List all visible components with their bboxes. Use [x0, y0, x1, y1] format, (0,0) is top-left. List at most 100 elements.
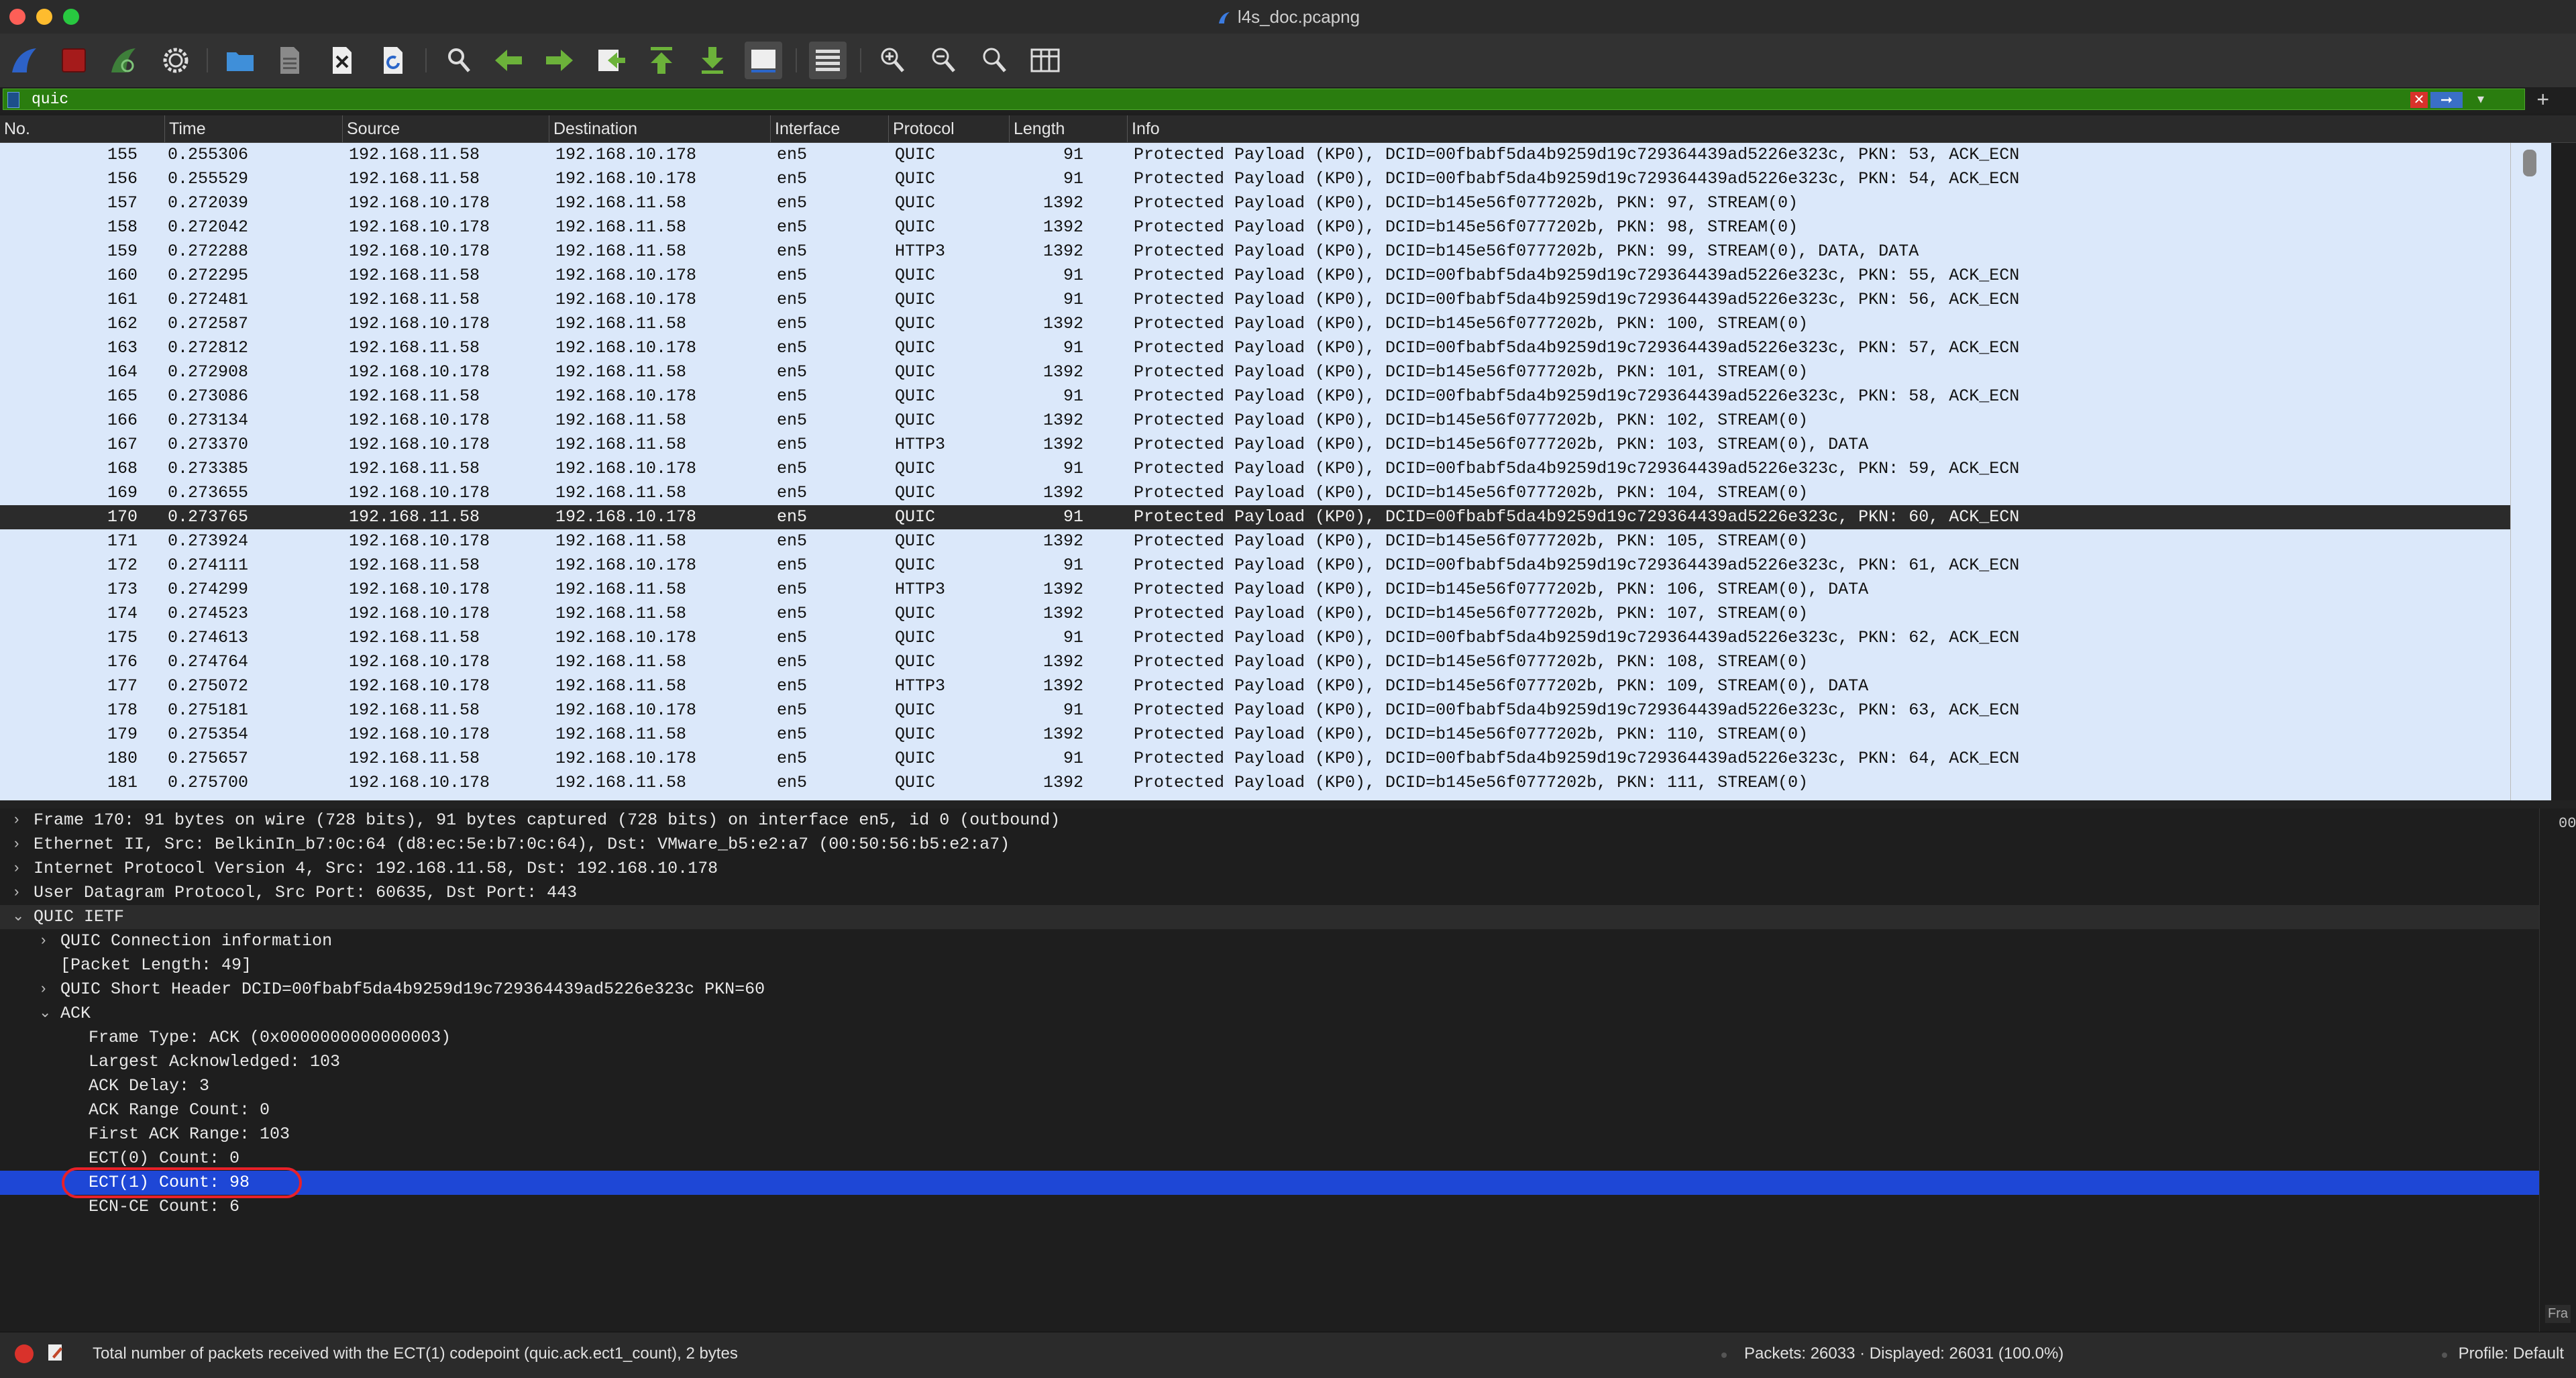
detail-row[interactable]: Largest Acknowledged: 103	[0, 1050, 2539, 1074]
column-header-destination[interactable]: Destination	[549, 115, 770, 142]
clear-filter-button[interactable]: ✕	[2410, 92, 2428, 108]
packet-cell-time: 0.273924	[168, 531, 249, 551]
reload-file-button[interactable]	[374, 42, 412, 79]
detail-row[interactable]: ACK Range Count: 0	[0, 1098, 2539, 1122]
detail-row[interactable]: › Internet Protocol Version 4, Src: 192.1…	[0, 857, 2539, 881]
detail-row[interactable]: ECN-CE Count: 6	[0, 1195, 2539, 1219]
detail-row-selected[interactable]: ECT(1) Count: 98	[0, 1167, 2539, 1198]
detail-row[interactable]: ECT(0) Count: 0	[0, 1147, 2539, 1171]
display-filter-input[interactable]: quic ✕ ➞ ▾	[3, 89, 2525, 110]
packet-row[interactable]: 180 0.275657 192.168.11.58 192.168.10.178 en…	[0, 747, 2510, 771]
packet-row[interactable]: 162 0.272587 192.168.10.178 192.168.11.58 en…	[0, 312, 2510, 336]
expand-arrow-icon[interactable]: ›	[39, 929, 48, 953]
packet-row[interactable]: 175 0.274613 192.168.11.58 192.168.10.178 en…	[0, 626, 2510, 650]
open-file-button[interactable]	[221, 42, 259, 79]
detail-row[interactable]: ACK Delay: 3	[0, 1074, 2539, 1098]
detail-row[interactable]: › Ethernet II, Src: BelkinIn_b7:0c:64 (d8…	[0, 833, 2539, 857]
filter-text[interactable]: quic	[32, 91, 68, 108]
packet-row[interactable]: 168 0.273385 192.168.11.58 192.168.10.178 en…	[0, 457, 2510, 481]
detail-row[interactable]: ⌄ ACK	[0, 1002, 2539, 1026]
collapse-arrow-icon[interactable]: ⌄	[12, 905, 24, 929]
go-to-packet-button[interactable]	[592, 42, 629, 79]
profile-indicator[interactable]: Profile: Default	[2459, 1344, 2564, 1363]
go-last-button[interactable]	[694, 42, 731, 79]
detail-row[interactable]: › User Datagram Protocol, Src Port: 60635…	[0, 881, 2539, 905]
expand-arrow-icon[interactable]: ›	[12, 833, 21, 857]
column-header-length[interactable]: Length	[1009, 115, 1127, 142]
packet-row[interactable]: 179 0.275354 192.168.10.178 192.168.11.58 en…	[0, 723, 2510, 747]
packet-row[interactable]: 163 0.272812 192.168.11.58 192.168.10.178 en…	[0, 336, 2510, 360]
packet-row[interactable]: 155 0.255306 192.168.11.58 192.168.10.178 en…	[0, 143, 2510, 167]
detail-row[interactable]: › QUIC Connection information	[0, 929, 2539, 953]
expand-arrow-icon[interactable]: ›	[12, 881, 21, 905]
go-forward-button[interactable]	[541, 42, 578, 79]
save-file-button[interactable]	[271, 42, 309, 79]
packet-cell-src: 192.168.11.58	[349, 749, 480, 768]
packet-cell-len: 91	[1063, 145, 1083, 164]
add-filter-button[interactable]: +	[2536, 87, 2549, 111]
expand-arrow-icon[interactable]: ›	[39, 977, 48, 1002]
column-header-info[interactable]: Info	[1127, 115, 2576, 142]
detail-row[interactable]: Frame Type: ACK (0x0000000000000003)	[0, 1026, 2539, 1050]
normal-size-button[interactable]	[975, 42, 1013, 79]
packet-row[interactable]: 165 0.273086 192.168.11.58 192.168.10.178 en…	[0, 384, 2510, 409]
scrollbar-thumb[interactable]	[2523, 150, 2536, 176]
packet-row[interactable]: 160 0.272295 192.168.11.58 192.168.10.178 en…	[0, 264, 2510, 288]
find-packet-button[interactable]	[440, 42, 478, 79]
column-header-source[interactable]: Source	[342, 115, 549, 142]
packet-row[interactable]: 173 0.274299 192.168.10.178 192.168.11.58 en…	[0, 578, 2510, 602]
detail-row[interactable]: › QUIC Short Header DCID=00fbabf5da4b9259…	[0, 977, 2539, 1002]
packet-row[interactable]: 177 0.275072 192.168.10.178 192.168.11.58 en…	[0, 674, 2510, 698]
go-first-button[interactable]	[643, 42, 680, 79]
column-header-protocol[interactable]: Protocol	[888, 115, 1009, 142]
detail-row[interactable]: ⌄ QUIC IETF	[0, 905, 2539, 929]
expand-arrow-icon[interactable]: ›	[12, 808, 21, 833]
packet-row[interactable]: 164 0.272908 192.168.10.178 192.168.11.58 en…	[0, 360, 2510, 384]
expand-arrow-icon[interactable]: ›	[12, 857, 21, 881]
packet-row[interactable]: 172 0.274111 192.168.11.58 192.168.10.178 en…	[0, 553, 2510, 578]
bytes-pane-tab[interactable]: Fra	[2545, 1305, 2571, 1323]
collapse-arrow-icon[interactable]: ⌄	[39, 1002, 51, 1026]
detail-row[interactable]: › Frame 170: 91 bytes on wire (728 bits),…	[0, 808, 2539, 833]
packet-row-selected[interactable]: 170 0.273765 192.168.11.58 192.168.10.178 en…	[0, 505, 2510, 529]
zoom-out-button[interactable]	[924, 42, 962, 79]
apply-filter-button[interactable]: ➞	[2430, 92, 2463, 108]
stop-capture-button[interactable]	[55, 42, 93, 79]
filter-bookmark-icon[interactable]	[7, 92, 19, 108]
expert-info-indicator-icon[interactable]	[15, 1344, 34, 1363]
packet-row[interactable]: 178 0.275181 192.168.11.58 192.168.10.178 en…	[0, 698, 2510, 723]
packet-row[interactable]: 169 0.273655 192.168.10.178 192.168.11.58 en…	[0, 481, 2510, 505]
autoscroll-button[interactable]	[745, 42, 782, 79]
packet-cell-len: 1392	[1042, 652, 1083, 672]
go-back-button[interactable]	[490, 42, 527, 79]
column-header-interface[interactable]: Interface	[770, 115, 888, 142]
detail-row[interactable]: [Packet Length: 49]	[0, 953, 2539, 977]
restart-capture-button[interactable]	[105, 42, 142, 79]
packet-row[interactable]: 158 0.272042 192.168.10.178 192.168.11.58 en…	[0, 215, 2510, 240]
capture-options-button[interactable]	[157, 42, 195, 79]
zoom-in-button[interactable]	[873, 42, 911, 79]
packet-row[interactable]: 167 0.273370 192.168.10.178 192.168.11.58 en…	[0, 433, 2510, 457]
packet-row[interactable]: 171 0.273924 192.168.10.178 192.168.11.58 en…	[0, 529, 2510, 553]
pane-splitter[interactable]	[0, 800, 2576, 808]
column-header-time[interactable]: Time	[164, 115, 342, 142]
colorize-button[interactable]	[809, 42, 847, 79]
packet-row[interactable]: 176 0.274764 192.168.10.178 192.168.11.58 en…	[0, 650, 2510, 674]
packet-list-scrollbar[interactable]	[2510, 143, 2551, 800]
packet-row[interactable]: 159 0.272288 192.168.10.178 192.168.11.58 en…	[0, 240, 2510, 264]
resize-columns-button[interactable]	[1026, 42, 1064, 79]
packet-list[interactable]: 155 0.255306 192.168.11.58 192.168.10.178 en…	[0, 143, 2510, 800]
filter-history-dropdown-icon[interactable]: ▾	[2477, 91, 2484, 107]
packet-row[interactable]: 157 0.272039 192.168.10.178 192.168.11.58 en…	[0, 191, 2510, 215]
packet-row[interactable]: 156 0.255529 192.168.11.58 192.168.10.178 en…	[0, 167, 2510, 191]
packet-details-tree[interactable]: › Frame 170: 91 bytes on wire (728 bits),…	[0, 808, 2539, 1332]
detail-row[interactable]: First ACK Range: 103	[0, 1122, 2539, 1147]
packet-row[interactable]: 181 0.275700 192.168.10.178 192.168.11.58 en…	[0, 771, 2510, 795]
start-capture-button[interactable]	[5, 42, 43, 79]
packet-row[interactable]: 161 0.272481 192.168.11.58 192.168.10.178 en…	[0, 288, 2510, 312]
column-header-no[interactable]: No.	[0, 115, 164, 142]
packet-row[interactable]: 174 0.274523 192.168.10.178 192.168.11.58 en…	[0, 602, 2510, 626]
packet-row[interactable]: 166 0.273134 192.168.10.178 192.168.11.58 en…	[0, 409, 2510, 433]
close-file-button[interactable]	[323, 42, 361, 79]
capture-comment-icon[interactable]	[47, 1343, 64, 1362]
